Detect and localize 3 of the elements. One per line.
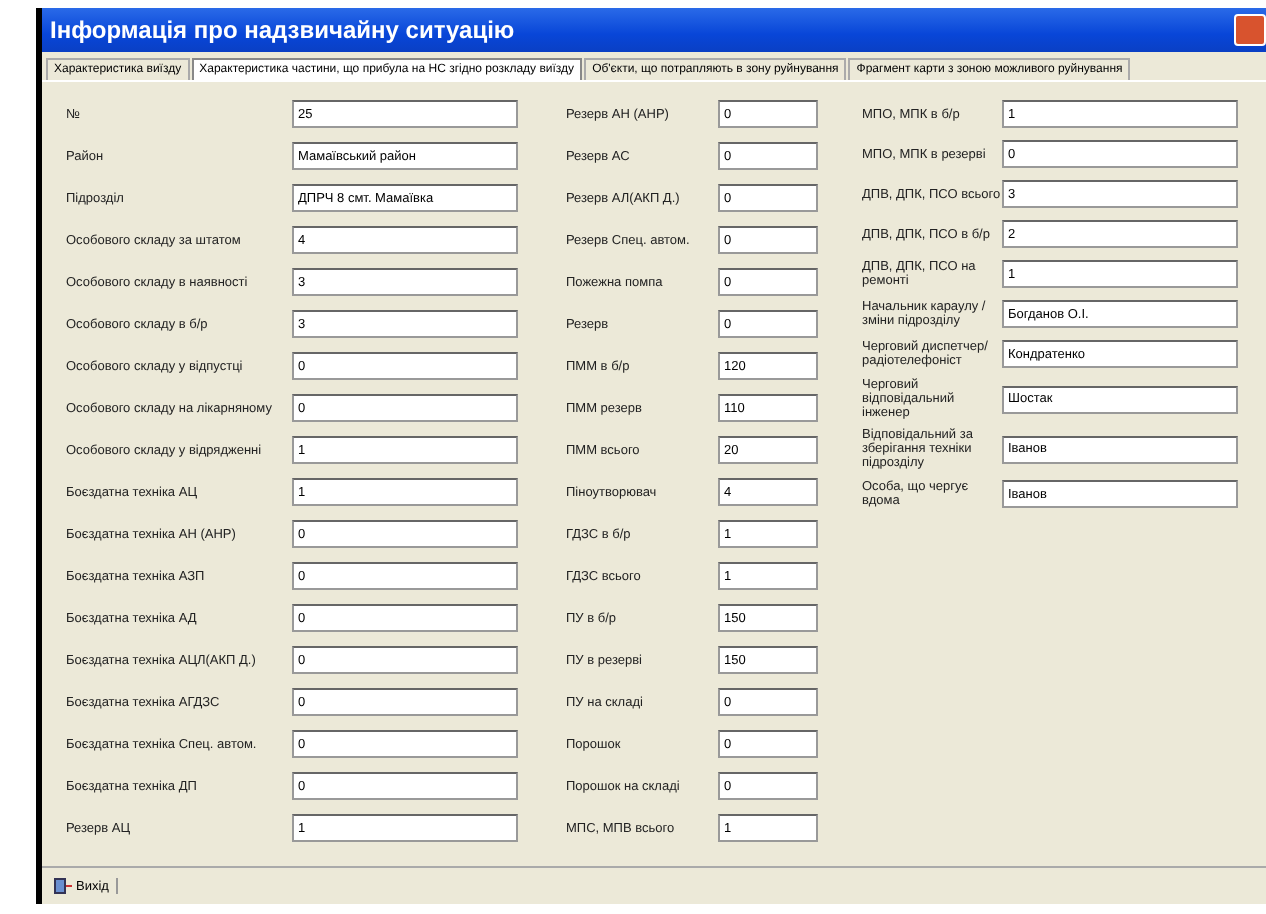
window-title: Інформація про надзвичайну ситуацію: [50, 16, 515, 44]
close-button[interactable]: [1234, 14, 1266, 46]
door-icon: [54, 878, 72, 894]
